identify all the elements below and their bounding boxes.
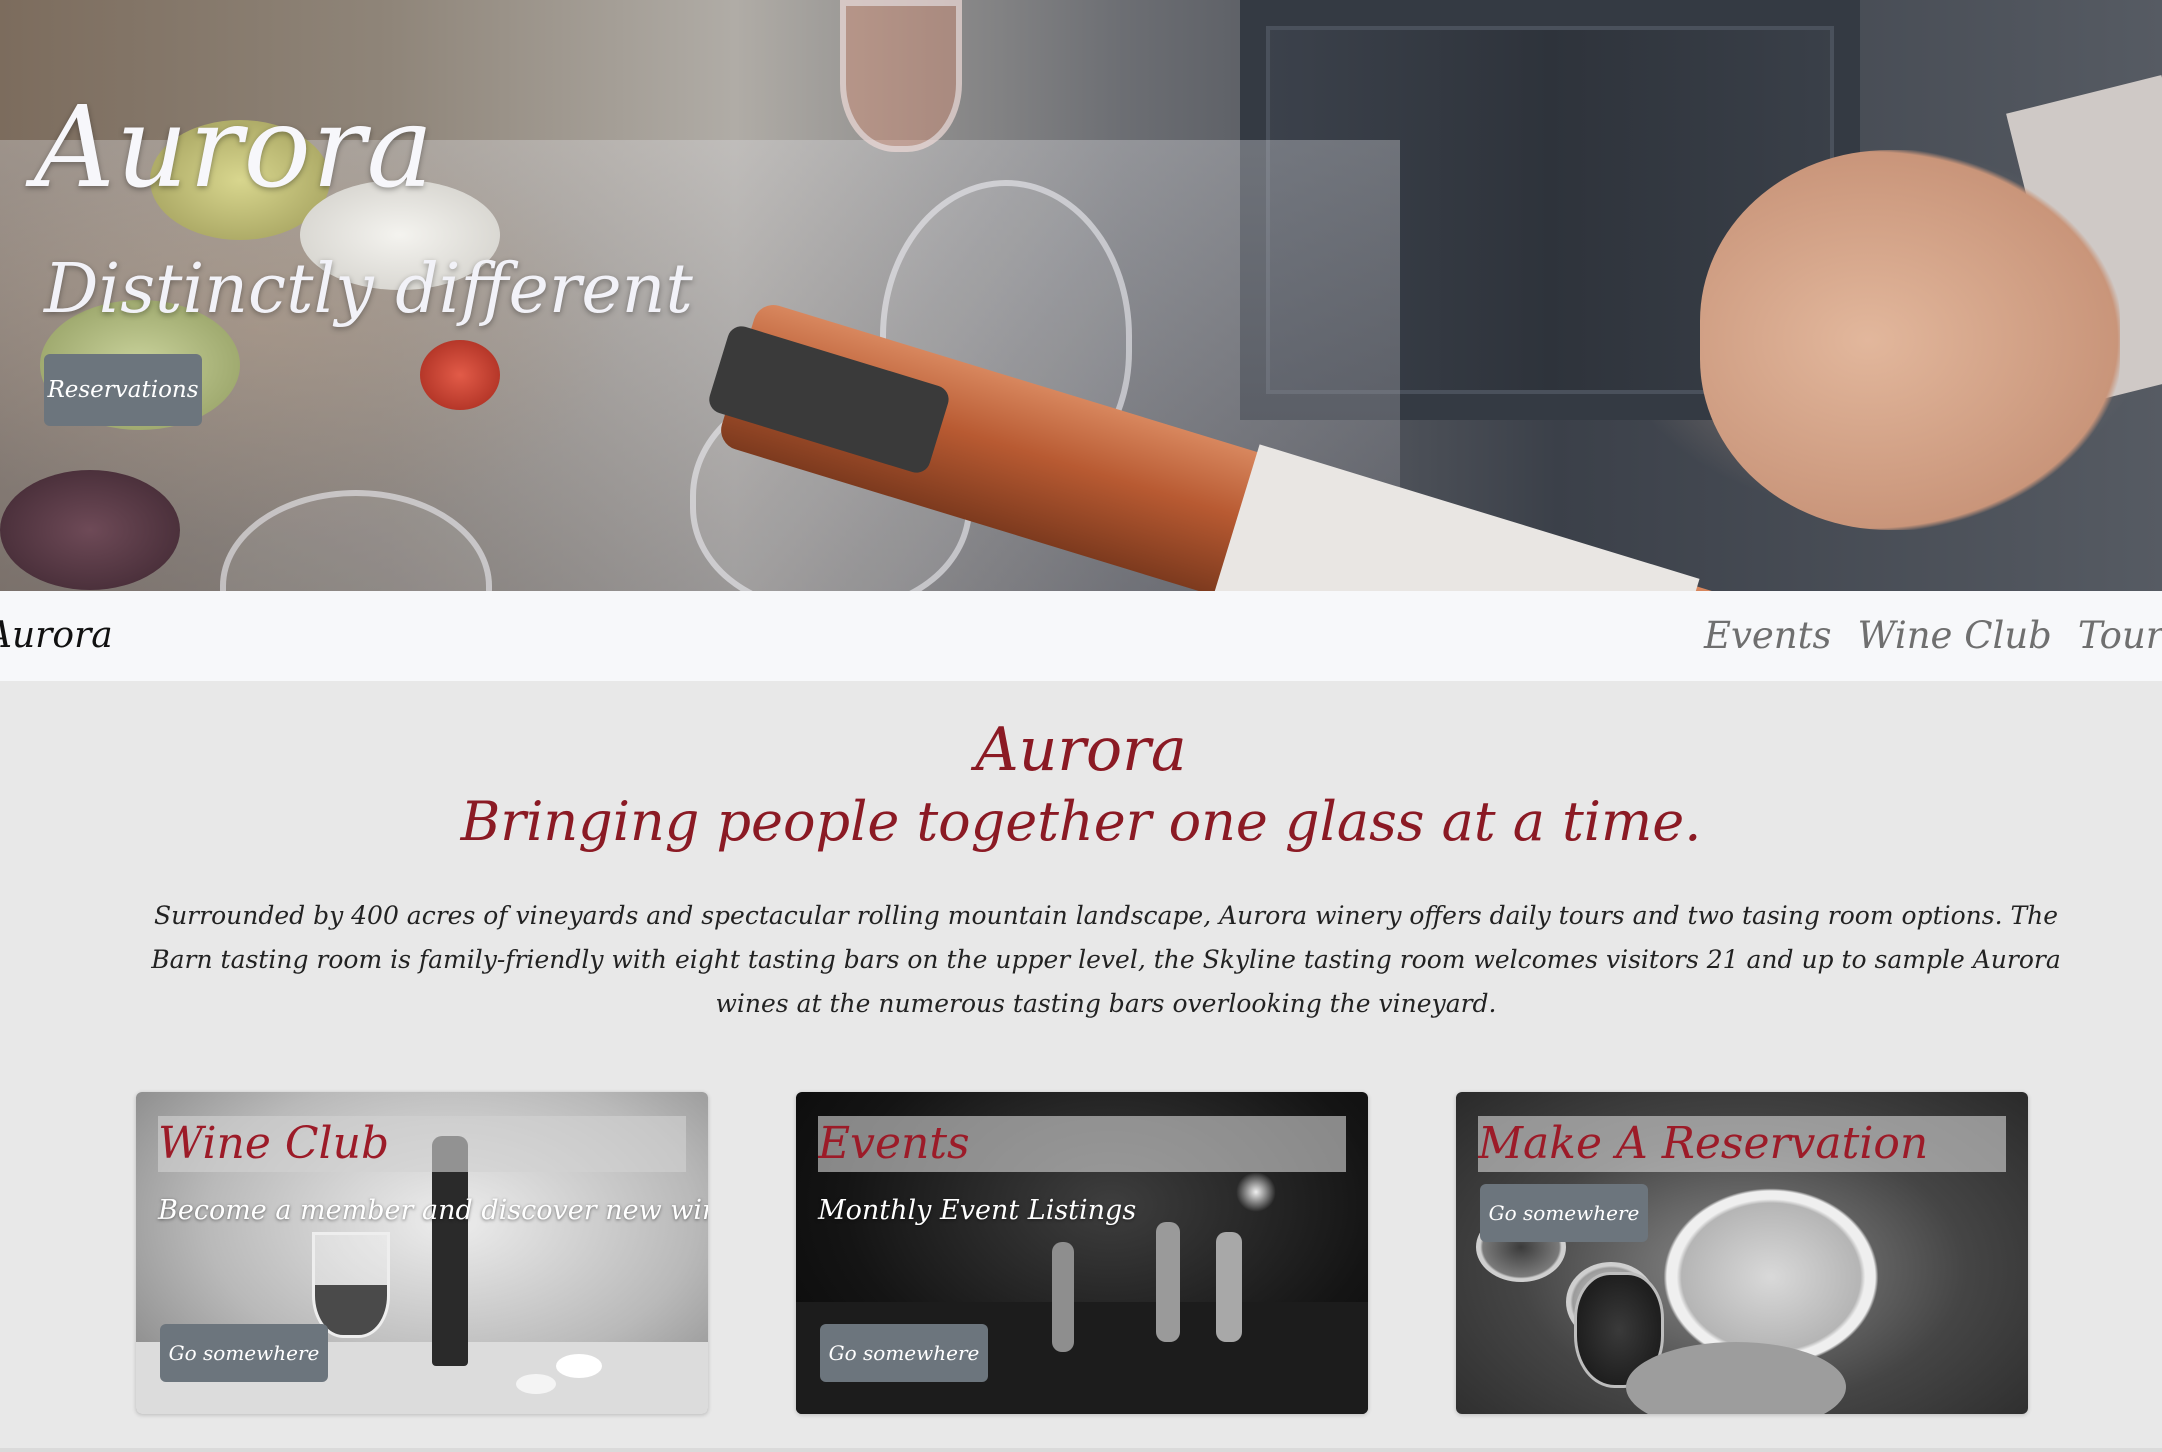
nav-link-tours-tasting[interactable]: Tours & Tasting: [2078, 591, 2162, 681]
card-make-reservation: Make A Reservation Go somewhere: [1456, 1092, 2028, 1414]
intro-heading: Aurora: [975, 715, 1187, 785]
card-image-candle: [556, 1354, 602, 1378]
card-text: Become a member and discover new wines!: [158, 1195, 708, 1226]
hero-banner: Aurora Distinctly different Reservations: [0, 0, 2162, 591]
hero-wine-glass-back: [840, 0, 962, 152]
card-events: Events Monthly Event Listings Go somewhe…: [796, 1092, 1368, 1414]
events-go-button[interactable]: Go somewhere: [820, 1324, 988, 1382]
card-title: Make A Reservation: [1478, 1116, 2006, 1172]
card-title: Events: [818, 1116, 1346, 1172]
card-image-glass: [312, 1232, 390, 1338]
card-image-singer: [1052, 1242, 1074, 1352]
intro-tagline: Bringing people together one glass at a …: [460, 790, 1702, 853]
reservations-button[interactable]: Reservations: [44, 354, 202, 426]
hero-subtitle: Distinctly different: [44, 250, 693, 329]
card-image-guitarist: [1216, 1232, 1242, 1342]
wine-club-go-button[interactable]: Go somewhere: [160, 1324, 328, 1382]
hero-food-tomato: [420, 340, 500, 410]
card-wine-club: Wine Club Become a member and discover n…: [136, 1092, 708, 1414]
card-image-candle: [516, 1374, 556, 1394]
navbar-brand[interactable]: Aurora: [0, 591, 113, 681]
hero-food-grapes-dark: [0, 470, 180, 590]
intro-description: Surrounded by 400 acres of vineyards and…: [151, 901, 2061, 1018]
top-navbar: Aurora Events Wine Club Tours & Tasting: [0, 591, 2162, 681]
reservation-go-button[interactable]: Go somewhere: [1480, 1184, 1648, 1242]
nav-links: Events Wine Club Tours & Tasting: [1704, 591, 2162, 681]
hero-title: Aurora: [34, 83, 435, 213]
card-image-stage-light: [1236, 1172, 1276, 1212]
card-text: Monthly Event Listings: [818, 1195, 1137, 1226]
hero-bottle-label: [1211, 444, 1700, 591]
card-image-saxophonist: [1156, 1222, 1180, 1342]
nav-link-events[interactable]: Events: [1704, 591, 1832, 681]
hero-hand: [1700, 150, 2120, 530]
nav-link-wine-club[interactable]: Wine Club: [1858, 591, 2052, 681]
footer-divider: [0, 1448, 2162, 1452]
card-title: Wine Club: [158, 1116, 686, 1172]
